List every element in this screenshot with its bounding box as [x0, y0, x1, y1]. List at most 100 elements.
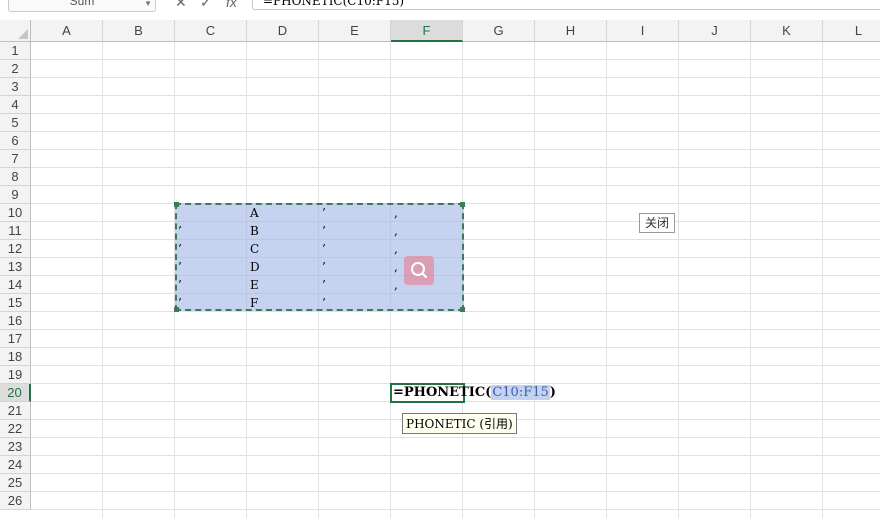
grid-line: [31, 167, 880, 168]
cell-f14[interactable]: ,: [394, 278, 398, 292]
grid-line: [31, 77, 880, 78]
magnifier-icon[interactable]: [404, 256, 434, 285]
row-header-26[interactable]: 26: [0, 492, 31, 510]
row-header-4[interactable]: 4: [0, 96, 31, 114]
row-header-3[interactable]: 3: [0, 78, 31, 96]
name-box-value: Sum: [69, 0, 95, 8]
column-header-k[interactable]: K: [751, 20, 823, 42]
column-header-e[interactable]: E: [319, 20, 391, 42]
column-header-j[interactable]: J: [679, 20, 751, 42]
column-header-i[interactable]: I: [607, 20, 679, 42]
row-header-1[interactable]: 1: [0, 42, 31, 60]
column-header-d[interactable]: D: [247, 20, 319, 42]
grid-line: [102, 42, 103, 518]
cell-c15[interactable]: ’: [178, 296, 182, 310]
row-header-23[interactable]: 23: [0, 438, 31, 456]
row-header-22[interactable]: 22: [0, 420, 31, 438]
cell-d11[interactable]: B: [250, 224, 259, 238]
column-header-f[interactable]: F: [391, 20, 463, 42]
cancel-icon[interactable]: ✕: [175, 0, 187, 11]
grid-line: [31, 455, 880, 456]
row-header-16[interactable]: 16: [0, 312, 31, 330]
column-header-c[interactable]: C: [175, 20, 247, 42]
function-tooltip: PHONETIC (引用): [402, 413, 517, 434]
grid-line: [31, 491, 880, 492]
row-header-12[interactable]: 12: [0, 240, 31, 258]
cell-d14[interactable]: E: [250, 278, 259, 292]
row-header-14[interactable]: 14: [0, 276, 31, 294]
row-header-5[interactable]: 5: [0, 114, 31, 132]
grid-line: [31, 473, 880, 474]
formula-reference: C10:F15: [491, 385, 550, 400]
cell-c14[interactable]: ’: [178, 278, 182, 292]
row-header-19[interactable]: 19: [0, 366, 31, 384]
selection-handle[interactable]: [460, 202, 465, 207]
cell-c13[interactable]: ’: [178, 260, 182, 274]
cell-f12[interactable]: ,: [394, 242, 398, 256]
cell-e10[interactable]: ’: [322, 206, 326, 220]
row-header-13[interactable]: 13: [0, 258, 31, 276]
grid-line: [31, 185, 880, 186]
confirm-icon[interactable]: ✓: [200, 0, 212, 11]
grid-line: [31, 311, 880, 312]
formula-input[interactable]: =PHONETIC(C10:F15): [252, 0, 880, 10]
grid-line: [31, 509, 880, 510]
column-header-h[interactable]: H: [535, 20, 607, 42]
column-header-b[interactable]: B: [103, 20, 175, 42]
grid-line: [534, 42, 535, 518]
cell-c11[interactable]: ’: [178, 224, 182, 238]
grid-line: [31, 113, 880, 114]
selection-handle[interactable]: [174, 202, 179, 207]
cell-f13[interactable]: ,: [394, 260, 398, 274]
name-box[interactable]: Sum ▼: [8, 0, 156, 12]
close-button[interactable]: 关闭: [639, 213, 675, 233]
row-header-7[interactable]: 7: [0, 150, 31, 168]
row-header-10[interactable]: 10: [0, 204, 31, 222]
selection-handle[interactable]: [460, 307, 465, 312]
cell-e15[interactable]: ’: [322, 296, 326, 310]
cell-d10[interactable]: A: [250, 206, 259, 220]
row-header-17[interactable]: 17: [0, 330, 31, 348]
grid-line: [31, 59, 880, 60]
grid-line: [31, 347, 880, 348]
grid-line: [822, 42, 823, 518]
row-header-18[interactable]: 18: [0, 348, 31, 366]
cell-f10[interactable]: ,: [394, 206, 398, 220]
cell-f11[interactable]: ,: [394, 224, 398, 238]
cell-e14[interactable]: ’: [322, 278, 326, 292]
row-header-21[interactable]: 21: [0, 402, 31, 420]
row-header-11[interactable]: 11: [0, 222, 31, 240]
cell-e13[interactable]: ’: [322, 260, 326, 274]
cell-c12[interactable]: ’: [178, 242, 182, 256]
cell-d13[interactable]: D: [250, 260, 260, 274]
cell-edit-formula[interactable]: =PHONETIC(C10:F15): [393, 385, 556, 400]
formula-suffix: ): [549, 385, 556, 400]
formula-prefix: =PHONETIC(: [393, 385, 492, 400]
grid-line: [31, 365, 880, 366]
formula-bar: Sum ▼ ✕ ✓ fx =PHONETIC(C10:F15): [0, 0, 880, 12]
column-header-a[interactable]: A: [31, 20, 103, 42]
grid-line: [31, 437, 880, 438]
cell-d15[interactable]: F: [250, 296, 258, 310]
grid-line: [606, 42, 607, 518]
column-header-l[interactable]: L: [823, 20, 880, 42]
cell-e11[interactable]: ’: [322, 224, 326, 238]
row-header-8[interactable]: 8: [0, 168, 31, 186]
select-all-corner[interactable]: [0, 20, 31, 42]
column-header-g[interactable]: G: [463, 20, 535, 42]
row-header-24[interactable]: 24: [0, 456, 31, 474]
fx-icon[interactable]: fx: [226, 0, 237, 10]
chevron-down-icon[interactable]: ▼: [144, 0, 152, 12]
cell-d12[interactable]: C: [250, 242, 259, 256]
grid-line: [31, 131, 880, 132]
grid-line: [31, 95, 880, 96]
row-header-25[interactable]: 25: [0, 474, 31, 492]
row-header-15[interactable]: 15: [0, 294, 31, 312]
row-header-20[interactable]: 20: [0, 384, 31, 402]
row-header-9[interactable]: 9: [0, 186, 31, 204]
grid-line: [750, 42, 751, 518]
cell-e12[interactable]: ’: [322, 242, 326, 256]
grid-line: [31, 149, 880, 150]
row-header-2[interactable]: 2: [0, 60, 31, 78]
row-header-6[interactable]: 6: [0, 132, 31, 150]
